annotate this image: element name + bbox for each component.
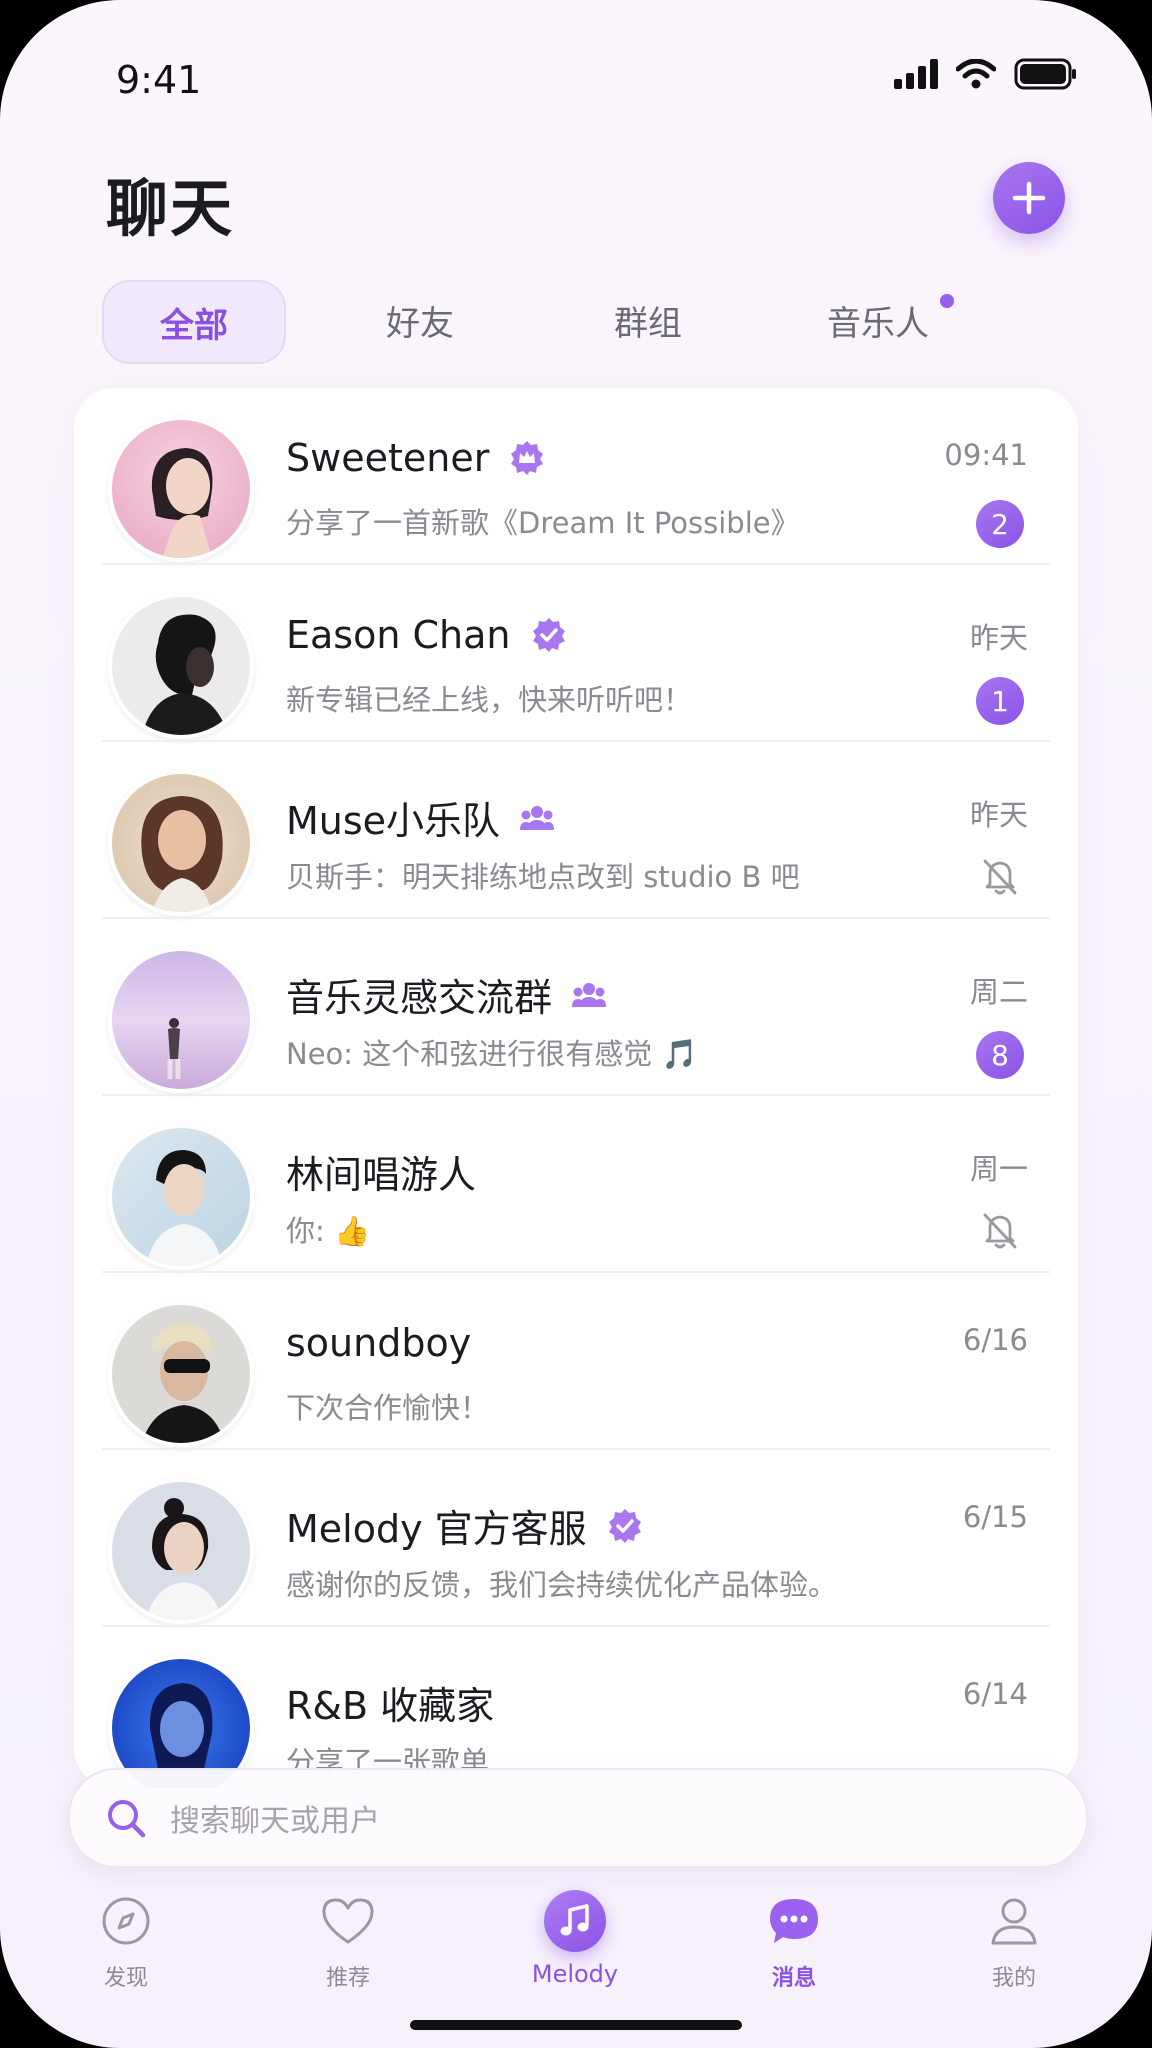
group-icon [572,982,607,1007]
nav-label: 推荐 [325,1966,370,1991]
avatar[interactable] [108,593,254,739]
avatar[interactable] [108,947,254,1093]
unread-badge: 8 [976,1031,1024,1079]
unread-badge: 1 [976,677,1024,725]
chat-row-rnb-collector[interactable]: R&B 收藏家 分享了一张歌单 6/14 [74,1627,1078,1788]
search-input[interactable]: 搜索聊天或用户 [170,1796,380,1840]
avatar[interactable] [108,416,254,562]
bottom-nav: 发现 推荐 Melody 消息 我的 [0,1886,1152,1996]
status-icons [894,58,1078,90]
chat-name: R&B 收藏家 [286,1684,495,1728]
nav-label: 发现 [103,1966,148,1991]
chat-name: Melody 官方客服 [286,1498,643,1553]
search-bar[interactable]: 搜索聊天或用户 [68,1768,1088,1868]
chat-name: Eason Chan [286,613,567,657]
chat-row-music-inspiration-group[interactable]: 音乐灵感交流群 Neo: 这个和弦进行很有感觉 🎵 周二 8 [74,919,1078,1096]
chat-preview: 贝斯手：明天排练地点改到 studio B 吧 [286,860,800,894]
chat-time: 09:41 [944,438,1028,472]
chat-row-melody-support[interactable]: Melody 官方客服 感谢你的反馈，我们会持续优化产品体验。 6/15 [74,1450,1078,1627]
tab-groups[interactable]: 群组 [558,280,738,360]
chat-row-sweetener[interactable]: Sweetener 分享了一首新歌《Dream It Possible》 09:… [74,388,1078,565]
chat-bubble-icon [770,1899,818,1943]
wifi-icon [956,59,996,89]
avatar[interactable] [108,1124,254,1270]
chat-name: Sweetener [286,436,545,480]
chat-row-soundboy[interactable]: soundboy 下次合作愉快！ 6/16 [74,1273,1078,1450]
chat-name: 音乐灵感交流群 [286,967,607,1022]
chat-name: 林间唱游人 [286,1153,477,1197]
unread-dot [940,294,954,308]
search-icon [108,1800,146,1838]
chat-row-forest-singer[interactable]: 林间唱游人 你: 👍 周一 [74,1096,1078,1273]
chat-time: 昨天 [969,798,1028,832]
chat-time: 6/16 [962,1323,1028,1357]
tab-all[interactable]: 全部 [102,280,286,364]
music-note-icon [544,1890,606,1952]
chat-preview: 感谢你的反馈，我们会持续优化产品体验。 [286,1568,838,1602]
avatar[interactable] [108,1301,254,1447]
chat-time: 周一 [969,1152,1028,1186]
muted-bell-icon [983,1213,1017,1249]
home-indicator [410,2020,742,2030]
nav-melody[interactable]: Melody [505,1886,645,1988]
verified-icon [532,618,565,652]
tab-friends[interactable]: 好友 [330,280,510,360]
chat-time: 6/15 [962,1500,1028,1534]
chat-time: 6/14 [962,1677,1028,1711]
nav-recommend[interactable]: 推荐 [278,1886,418,1992]
chat-preview: 你: 👍 [286,1214,371,1248]
avatar[interactable] [108,770,254,916]
add-chat-button[interactable] [993,162,1065,234]
nav-messages[interactable]: 消息 [724,1886,864,1992]
nav-profile[interactable]: 我的 [944,1886,1084,1992]
chat-list: Sweetener 分享了一首新歌《Dream It Possible》 09:… [74,388,1078,1788]
signal-icon [894,59,938,89]
battery-icon [1014,58,1076,90]
chat-name: Muse小乐队 [286,790,555,845]
chat-preview: 分享了一首新歌《Dream It Possible》 [286,506,800,540]
group-icon [520,805,555,830]
chat-time: 昨天 [969,621,1028,655]
tab-musicians[interactable]: 音乐人 [788,280,968,360]
verified-icon [608,1508,641,1543]
nav-label: 消息 [771,1966,816,1991]
avatar[interactable] [108,1478,254,1624]
chat-preview: 新专辑已经上线，快来听听吧！ [286,683,693,717]
chat-row-muse-band[interactable]: Muse小乐队 贝斯手：明天排练地点改到 studio B 吧 昨天 [74,742,1078,919]
nav-label: 我的 [991,1966,1036,1991]
chat-time: 周二 [969,975,1028,1009]
user-icon [991,1898,1037,1945]
nav-discover[interactable]: 发现 [56,1886,196,1992]
status-time: 9:41 [116,58,202,102]
chat-preview: 下次合作愉快！ [286,1391,490,1425]
phone-screen: 9:41 聊天 全部 好友 群组 音乐人 Sweetener 分享了一首新歌《D… [0,0,1152,2048]
compass-icon [102,1897,150,1945]
muted-bell-icon [983,859,1017,895]
chat-row-eason-chan[interactable]: Eason Chan 新专辑已经上线，快来听听吧！ 昨天 1 [74,565,1078,742]
heart-icon [322,1898,374,1944]
nav-label: Melody [531,1960,619,1988]
plus-icon [1012,181,1046,215]
chat-preview: Neo: 这个和弦进行很有感觉 🎵 [286,1037,698,1071]
chat-filter-tabs: 全部 好友 群组 音乐人 [102,280,1062,364]
chat-name: soundboy [286,1321,472,1365]
unread-badge: 2 [976,500,1024,548]
page-title: 聊天 [106,172,235,245]
crown-badge-icon [511,441,544,475]
